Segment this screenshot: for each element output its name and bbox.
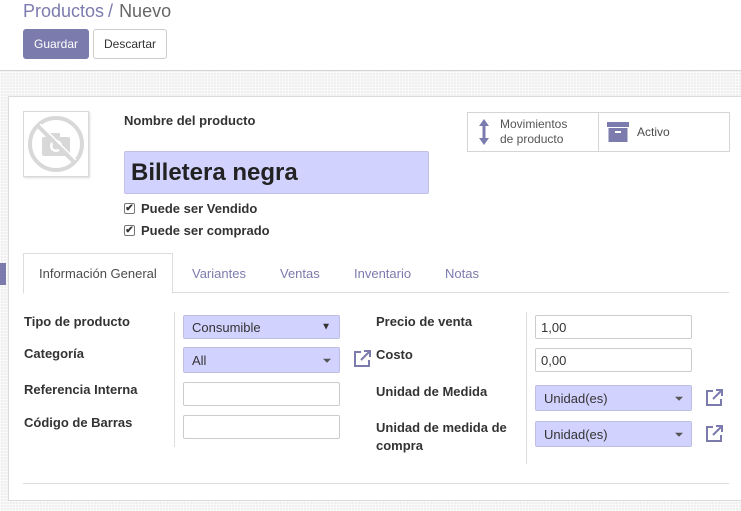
category-external-link-icon[interactable] (352, 349, 372, 369)
product-type-label: Tipo de producto (24, 314, 130, 329)
purchase-uom-label-line2: compra (376, 438, 423, 453)
purchase-uom-label: Unidad de medida de compra (376, 419, 507, 455)
product-image[interactable] (23, 111, 89, 177)
category-select[interactable]: All (183, 347, 340, 373)
chevron-down-icon (675, 396, 683, 401)
barcode-label: Código de Barras (24, 415, 133, 430)
barcode-input[interactable] (183, 415, 340, 439)
category-value: All (192, 352, 207, 368)
active-toggle-button[interactable]: Activo (599, 113, 729, 151)
sale-price-input[interactable]: 1,00 (535, 315, 692, 339)
tab-general-info[interactable]: Información General (23, 253, 173, 294)
sale-price-label: Precio de venta (376, 314, 473, 329)
archive-box-icon (607, 122, 629, 142)
breadcrumb-current: Nuevo (119, 1, 172, 21)
cost-label: Costo (376, 347, 413, 362)
breadcrumb: Productos / Nuevo (23, 1, 171, 22)
vertical-arrows-icon (479, 119, 489, 145)
discard-button[interactable]: Descartar (93, 29, 167, 59)
product-moves-label-line1: Movimientos (500, 117, 568, 131)
smart-button-box: Movimientos de producto Activo (467, 112, 730, 152)
tab-variants[interactable]: Variantes (192, 253, 246, 293)
internal-reference-input[interactable] (183, 382, 340, 406)
tab-notes[interactable]: Notas (445, 253, 479, 293)
category-label: Categoría (24, 346, 84, 361)
sheet-bottom-separator (23, 483, 729, 484)
cost-input[interactable]: 0,00 (535, 348, 692, 372)
left-column-divider (174, 312, 175, 447)
control-panel: Productos / Nuevo Guardar Descartar (0, 0, 741, 70)
product-name-input[interactable]: Billetera negra (124, 151, 429, 194)
uom-external-link-icon[interactable] (704, 388, 724, 408)
breadcrumb-parent-link[interactable]: Productos (23, 1, 104, 21)
dropdown-caret-icon: ▼ (321, 321, 331, 333)
chevron-down-icon (323, 358, 331, 363)
purchase-uom-label-line1: Unidad de medida de (376, 420, 507, 435)
can-be-sold-checkbox[interactable]: ✔ (124, 203, 135, 214)
can-be-purchased-checkbox[interactable]: ✔ (124, 225, 135, 236)
internal-reference-label: Referencia Interna (24, 382, 138, 397)
tab-sales[interactable]: Ventas (280, 253, 320, 293)
can-be-purchased-label: Puede ser comprado (141, 223, 270, 238)
product-name-label: Nombre del producto (124, 113, 256, 128)
chevron-down-icon (675, 432, 683, 437)
breadcrumb-separator: / (108, 1, 114, 21)
purchase-uom-value: Unidad(es) (544, 426, 608, 442)
product-moves-label-line2: de producto (500, 132, 564, 146)
right-column-divider (526, 312, 527, 464)
uom-label: Unidad de Medida (376, 384, 488, 399)
active-label: Activo (637, 125, 670, 139)
can-be-sold-row: ✔ Puede ser Vendido (124, 201, 257, 216)
purchase-uom-external-link-icon[interactable] (704, 424, 724, 444)
side-marker (0, 263, 6, 285)
can-be-purchased-row: ✔ Puede ser comprado (124, 223, 270, 238)
tab-inventory[interactable]: Inventario (354, 253, 411, 293)
uom-value: Unidad(es) (544, 390, 608, 406)
save-button[interactable]: Guardar (23, 29, 89, 59)
uom-select[interactable]: Unidad(es) (535, 385, 692, 411)
product-moves-button[interactable]: Movimientos de producto (468, 113, 599, 151)
camera-slash-icon (28, 116, 84, 172)
product-type-value: Consumible (192, 319, 261, 335)
purchase-uom-select[interactable]: Unidad(es) (535, 421, 692, 447)
notebook-tabs: Información General Variantes Ventas Inv… (23, 253, 729, 294)
product-type-select[interactable]: Consumible ▼ (183, 315, 340, 339)
can-be-sold-label: Puede ser Vendido (141, 201, 258, 216)
